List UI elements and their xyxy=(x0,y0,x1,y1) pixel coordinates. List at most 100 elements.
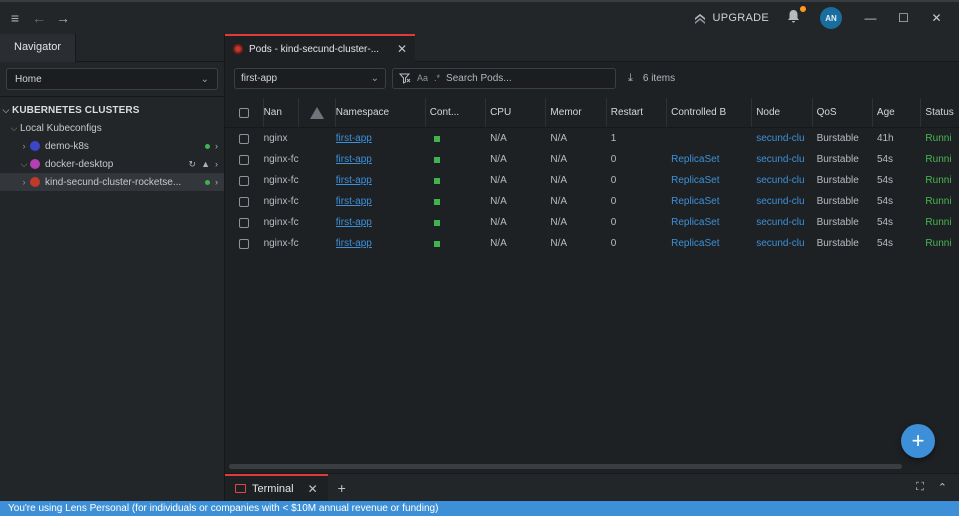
close-tab-icon[interactable]: ✕ xyxy=(397,42,407,56)
namespace-select[interactable]: first-app ⌄ xyxy=(234,67,386,89)
row-checkbox[interactable] xyxy=(239,238,250,249)
pod-name: nginx-fc xyxy=(263,238,299,249)
controlled-by-link[interactable]: ReplicaSet xyxy=(671,238,719,249)
navigator-sidebar: Navigator Home ⌄ ⌵ KUBERNETES CLUSTERS ⌵… xyxy=(0,34,225,501)
age-value: 54s xyxy=(876,217,894,228)
memory-value: N/A xyxy=(550,175,568,186)
column-header-namespace[interactable]: Namespace xyxy=(336,98,426,127)
node-link[interactable]: secund-clu xyxy=(756,196,804,207)
table-row[interactable]: nginx-fc first-app N/A N/A 0 ReplicaSet secund… xyxy=(225,170,959,191)
cluster-item-demo-k8s[interactable]: › demo-k8s › xyxy=(0,137,224,155)
hamburger-menu-icon[interactable]: ≡ xyxy=(4,10,26,26)
notification-badge xyxy=(800,6,806,12)
local-kubeconfigs-group[interactable]: ⌵ Local Kubeconfigs xyxy=(0,119,224,137)
kubernetes-clusters-header[interactable]: ⌵ KUBERNETES CLUSTERS xyxy=(0,101,224,119)
chevron-right-icon[interactable]: › xyxy=(215,177,218,187)
namespace-link[interactable]: first-app xyxy=(336,238,372,249)
horizontal-scrollbar[interactable] xyxy=(229,464,902,469)
row-checkbox[interactable] xyxy=(239,217,250,228)
column-header-warnings[interactable] xyxy=(299,98,336,127)
warnings-cell xyxy=(299,212,336,233)
upgrade-button[interactable]: UPGRADE xyxy=(693,11,770,25)
new-terminal-plus-icon[interactable]: + xyxy=(338,480,346,496)
namespace-link[interactable]: first-app xyxy=(336,133,372,144)
user-avatar[interactable]: AN xyxy=(820,7,842,29)
table-row[interactable]: nginx-fc first-app N/A N/A 0 ReplicaSet secund… xyxy=(225,149,959,170)
chevron-right-icon[interactable]: › xyxy=(215,159,218,169)
cluster-item-kind-secund[interactable]: › kind-secund-cluster-rocketse... › xyxy=(0,173,224,191)
download-icon[interactable]: ⤓ xyxy=(628,72,633,85)
filter-clear-icon[interactable] xyxy=(399,73,411,84)
controlled-by-link[interactable]: ReplicaSet xyxy=(671,154,719,165)
node-link[interactable]: secund-clu xyxy=(756,217,804,228)
table-row[interactable]: nginx-fc first-app N/A N/A 0 ReplicaSet secund… xyxy=(225,212,959,233)
row-checkbox[interactable] xyxy=(239,133,250,144)
row-checkbox[interactable] xyxy=(239,175,250,186)
row-checkbox[interactable] xyxy=(239,154,250,165)
table-row[interactable]: nginx-fc first-app N/A N/A 0 ReplicaSet secund… xyxy=(225,233,959,254)
match-case-toggle[interactable]: Aa xyxy=(417,73,428,83)
namespace-select-value: first-app xyxy=(241,72,278,84)
search-box[interactable]: Aa .* xyxy=(392,67,616,89)
fullscreen-icon[interactable]: ⛶ xyxy=(916,481,924,494)
table-row[interactable]: nginx-fc first-app N/A N/A 0 ReplicaSet secund… xyxy=(225,191,959,212)
container-status-icon xyxy=(433,198,440,205)
row-select-cell xyxy=(225,128,264,149)
maximize-window-icon[interactable]: ☐ xyxy=(887,11,920,25)
select-all-checkbox[interactable] xyxy=(238,107,249,118)
row-checkbox[interactable] xyxy=(239,196,250,207)
cluster-item-docker-desktop[interactable]: ⌵ docker-desktop ↻ ▲ › xyxy=(0,155,224,173)
column-header-memory[interactable]: Memor xyxy=(546,98,607,127)
back-arrow-icon[interactable]: ← xyxy=(28,10,50,26)
caret-down-icon: ⌵ xyxy=(2,104,10,115)
row-select-cell xyxy=(225,191,264,212)
table-row[interactable]: nginx first-app N/A N/A 1 secund-clu Burstable… xyxy=(225,128,959,149)
notifications-bell-icon[interactable] xyxy=(787,6,806,27)
pod-name: nginx xyxy=(263,133,288,144)
tab-pods[interactable]: Pods - kind-secund-cluster-... ✕ xyxy=(225,34,415,62)
restarts-value: 0 xyxy=(610,154,617,165)
close-tab-icon[interactable]: ✕ xyxy=(308,482,318,496)
chevron-up-icon[interactable]: ⌃ xyxy=(938,481,947,494)
controlled-by-link[interactable]: ReplicaSet xyxy=(671,196,719,207)
memory-value: N/A xyxy=(550,238,568,249)
cluster-name: kind-secund-cluster-rocketse... xyxy=(45,176,182,188)
memory-value: N/A xyxy=(550,196,568,207)
column-header-status[interactable]: Status xyxy=(921,98,959,127)
add-resource-button[interactable]: + xyxy=(901,424,935,458)
column-header-containers[interactable]: Cont... xyxy=(426,98,487,127)
tab-navigator[interactable]: Navigator xyxy=(0,34,77,62)
close-window-icon[interactable]: ✕ xyxy=(920,11,953,25)
forward-arrow-icon[interactable]: → xyxy=(52,10,74,26)
namespace-link[interactable]: first-app xyxy=(336,154,372,165)
column-header-controlled-by[interactable]: Controlled B xyxy=(667,98,753,127)
kubernetes-icon xyxy=(30,159,40,169)
controlled-by-link[interactable]: ReplicaSet xyxy=(671,217,719,228)
chevron-right-icon[interactable]: › xyxy=(215,141,218,151)
minimize-window-icon[interactable]: — xyxy=(854,11,887,25)
tab-terminal[interactable]: Terminal ✕ xyxy=(225,473,328,502)
namespace-link[interactable]: first-app xyxy=(336,175,372,186)
cpu-value: N/A xyxy=(490,238,507,249)
node-link[interactable]: secund-clu xyxy=(756,133,804,144)
status-value: Runni xyxy=(925,238,952,249)
column-header-qos[interactable]: QoS xyxy=(813,98,873,127)
controlled-by-link[interactable]: ReplicaSet xyxy=(671,175,719,186)
regex-toggle[interactable]: .* xyxy=(434,73,440,83)
column-header-node[interactable]: Node xyxy=(752,98,813,127)
node-link[interactable]: secund-clu xyxy=(756,154,804,165)
column-header-restarts[interactable]: Restart xyxy=(607,98,668,127)
items-count: 6 items xyxy=(642,72,676,84)
search-input[interactable] xyxy=(446,72,587,84)
namespace-link[interactable]: first-app xyxy=(336,217,372,228)
column-header-age[interactable]: Age xyxy=(873,98,922,127)
tab-label: Pods - kind-secund-cluster-... xyxy=(249,43,380,55)
context-select[interactable]: Home ⌄ xyxy=(6,68,218,90)
column-header-cpu[interactable]: CPU xyxy=(486,98,547,127)
cpu-value: N/A xyxy=(490,154,507,165)
namespace-link[interactable]: first-app xyxy=(336,196,372,207)
node-link[interactable]: secund-clu xyxy=(756,175,804,186)
column-header-name[interactable]: Nan xyxy=(264,98,300,127)
node-link[interactable]: secund-clu xyxy=(756,238,804,249)
container-status-icon xyxy=(433,177,440,184)
